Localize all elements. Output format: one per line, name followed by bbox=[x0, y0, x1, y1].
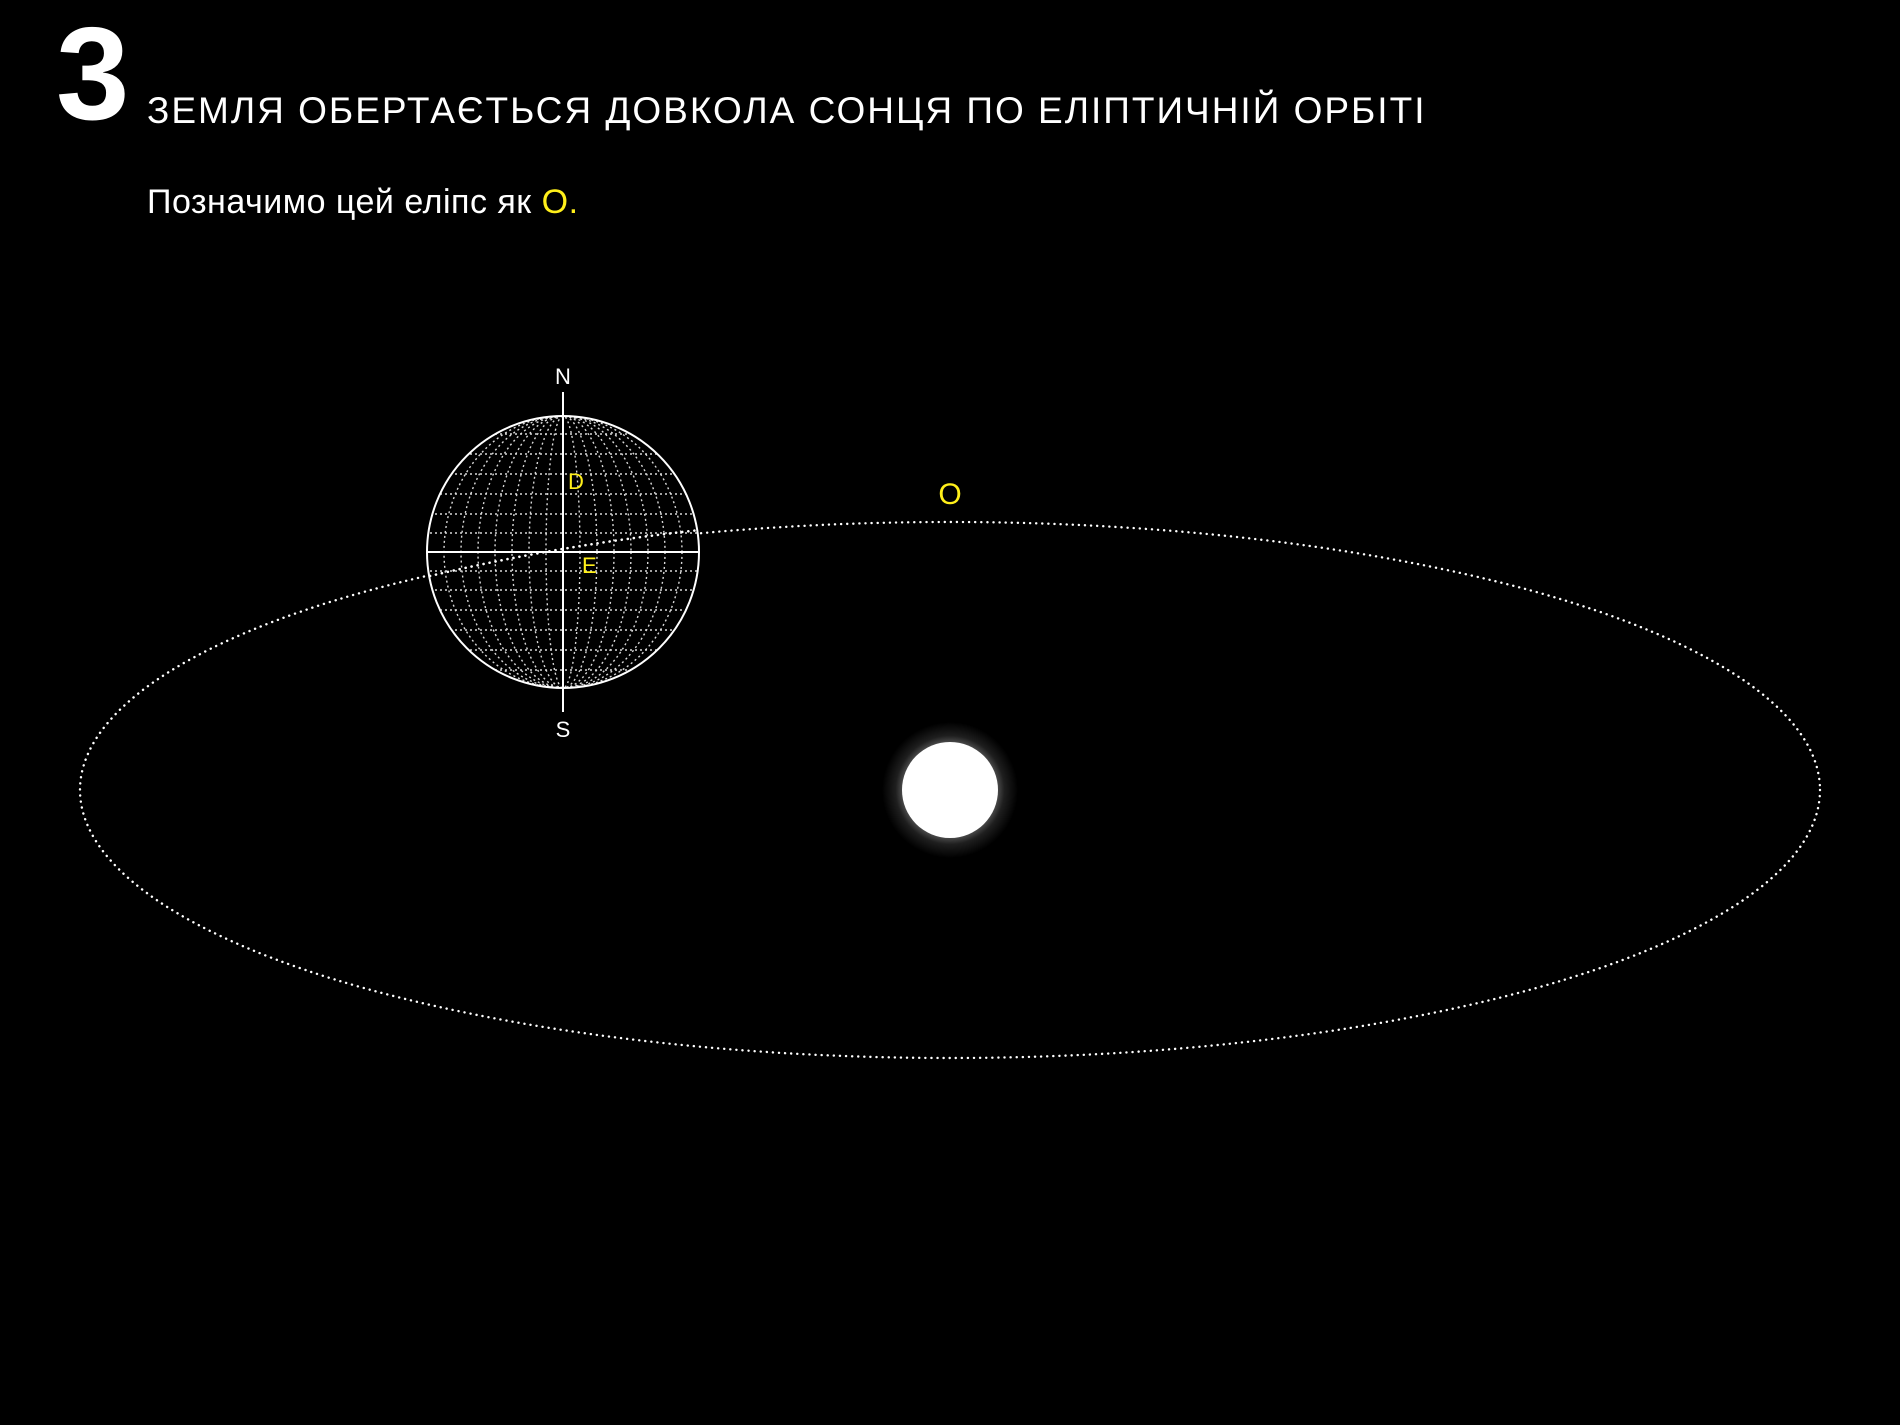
orbit-label: O bbox=[938, 478, 961, 511]
axis-label: D bbox=[568, 469, 584, 494]
north-pole-label: N bbox=[555, 364, 571, 389]
equator-label: E bbox=[582, 553, 597, 578]
sun bbox=[882, 722, 1018, 858]
earth-orbit-diagram: N S D E O bbox=[78, 364, 1822, 1060]
south-pole-label: S bbox=[556, 717, 571, 742]
earth-globe bbox=[426, 392, 702, 712]
